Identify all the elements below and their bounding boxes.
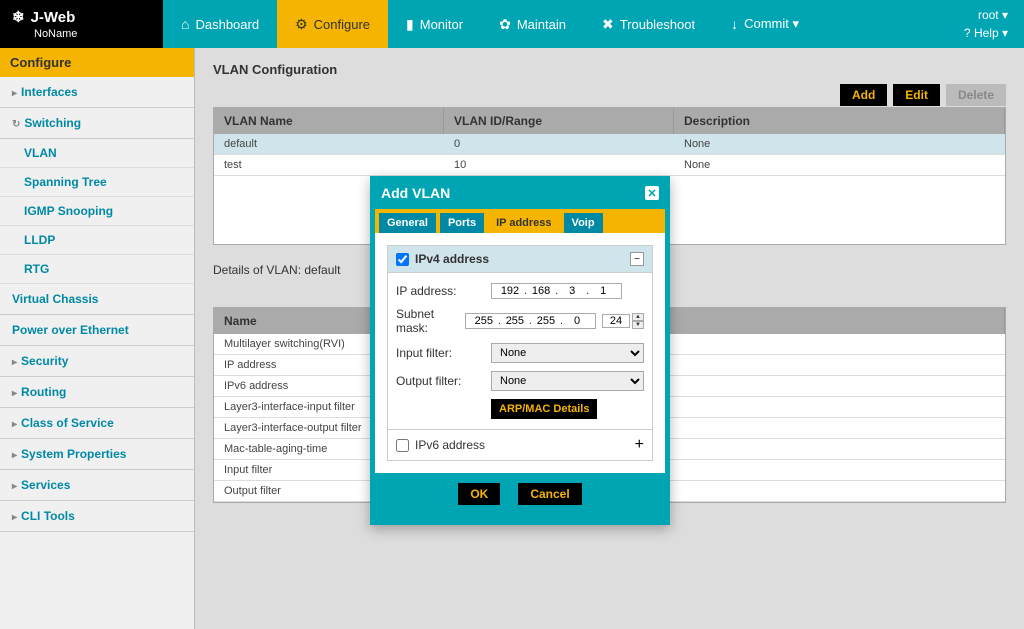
- ip-octet-4[interactable]: [589, 285, 617, 297]
- monitor-icon: ▮: [406, 16, 414, 33]
- sidebar-item-spanning-tree[interactable]: Spanning Tree: [0, 168, 194, 197]
- ipv6-checkbox[interactable]: [396, 439, 409, 452]
- mask-octet-3[interactable]: [532, 315, 560, 327]
- subnet-mask-input[interactable]: . . .: [465, 313, 596, 329]
- add-vlan-modal: Add VLAN ✕ General Ports IP address Voip…: [370, 176, 670, 525]
- commit-icon: ↓: [731, 16, 738, 32]
- tab-ip-address[interactable]: IP address: [488, 213, 559, 233]
- col-vlan-id[interactable]: VLAN ID/Range: [444, 108, 674, 134]
- top-nav: ⌂Dashboard ⚙Configure ▮Monitor ✿Maintain…: [163, 0, 817, 48]
- nav-troubleshoot[interactable]: ✖Troubleshoot: [584, 0, 713, 48]
- close-icon[interactable]: ✕: [645, 186, 659, 200]
- help-menu[interactable]: ? Help ▾: [964, 26, 1008, 40]
- sidebar-cli-tools[interactable]: ▸CLI Tools: [0, 501, 194, 532]
- spin-down-icon[interactable]: ▼: [632, 321, 644, 329]
- brand-name: J-Web: [31, 9, 76, 26]
- nav-dashboard[interactable]: ⌂Dashboard: [163, 0, 277, 48]
- output-filter-label: Output filter:: [396, 374, 491, 388]
- brand-area: ❄ J-Web NoName: [0, 0, 163, 48]
- ipv4-label: IPv4 address: [415, 252, 489, 266]
- tab-ports[interactable]: Ports: [440, 213, 484, 233]
- sidebar-item-igmp[interactable]: IGMP Snooping: [0, 197, 194, 226]
- add-button[interactable]: Add: [840, 84, 887, 106]
- subnet-mask-label: Subnet mask:: [396, 307, 465, 335]
- logo-icon: ❄: [12, 8, 25, 26]
- configure-icon: ⚙: [295, 16, 308, 33]
- table-row[interactable]: default 0 None: [214, 134, 1005, 155]
- delete-button: Delete: [946, 84, 1006, 106]
- troubleshoot-icon: ✖: [602, 16, 614, 33]
- collapse-icon[interactable]: −: [630, 252, 644, 266]
- ok-button[interactable]: OK: [458, 483, 500, 505]
- mask-octet-1[interactable]: [470, 315, 498, 327]
- col-desc[interactable]: Description: [674, 108, 1005, 134]
- nav-maintain[interactable]: ✿Maintain: [481, 0, 584, 48]
- input-filter-select[interactable]: None: [491, 343, 644, 363]
- arp-mac-button[interactable]: ARP/MAC Details: [491, 399, 597, 419]
- output-filter-select[interactable]: None: [491, 371, 644, 391]
- ip-octet-2[interactable]: [527, 285, 555, 297]
- help-icon: ?: [964, 26, 971, 40]
- ip-octet-1[interactable]: [496, 285, 524, 297]
- caret-icon: ▸: [12, 388, 17, 399]
- mask-bits-input[interactable]: [602, 314, 630, 328]
- caret-icon: ▸: [12, 419, 17, 430]
- caret-icon: ▸: [12, 357, 17, 368]
- sidebar-routing[interactable]: ▸Routing: [0, 377, 194, 408]
- sidebar-interfaces[interactable]: ▸Interfaces: [0, 77, 194, 108]
- caret-icon: ▸: [12, 88, 17, 99]
- input-filter-label: Input filter:: [396, 346, 491, 360]
- user-menu[interactable]: root ▾: [978, 8, 1008, 22]
- sidebar-security[interactable]: ▸Security: [0, 346, 194, 377]
- modal-title: Add VLAN: [381, 185, 450, 201]
- nav-monitor[interactable]: ▮Monitor: [388, 0, 481, 48]
- maintain-icon: ✿: [499, 16, 511, 33]
- page-title: VLAN Configuration: [213, 62, 1006, 77]
- sidebar-cos[interactable]: ▸Class of Service: [0, 408, 194, 439]
- col-vlan-name[interactable]: VLAN Name: [214, 108, 444, 134]
- nav-configure[interactable]: ⚙Configure: [277, 0, 388, 48]
- mask-octet-4[interactable]: [563, 315, 591, 327]
- expand-icon[interactable]: +: [635, 436, 644, 454]
- home-icon: ⌂: [181, 16, 189, 32]
- sidebar-switching[interactable]: ↻Switching: [0, 108, 194, 139]
- sidebar-item-vlan[interactable]: VLAN: [0, 139, 194, 168]
- caret-icon: ↻: [12, 119, 20, 130]
- sidebar: Configure ▸Interfaces ↻Switching VLAN Sp…: [0, 48, 195, 629]
- caret-icon: ▸: [12, 512, 17, 523]
- sidebar-poe[interactable]: Power over Ethernet: [0, 315, 194, 346]
- ipv4-checkbox[interactable]: [396, 253, 409, 266]
- caret-icon: ▸: [12, 450, 17, 461]
- ipv6-label: IPv6 address: [415, 438, 485, 452]
- sidebar-system-props[interactable]: ▸System Properties: [0, 439, 194, 470]
- sidebar-virtual-chassis[interactable]: Virtual Chassis: [0, 284, 194, 315]
- ip-address-label: IP address:: [396, 284, 491, 298]
- table-row[interactable]: test 10 None: [214, 155, 1005, 176]
- ip-address-input[interactable]: . . .: [491, 283, 622, 299]
- tab-voip[interactable]: Voip: [564, 213, 603, 233]
- mask-octet-2[interactable]: [501, 315, 529, 327]
- edit-button[interactable]: Edit: [893, 84, 940, 106]
- tab-general[interactable]: General: [379, 213, 436, 233]
- spin-up-icon[interactable]: ▲: [632, 313, 644, 321]
- sidebar-item-rtg[interactable]: RTG: [0, 255, 194, 284]
- sidebar-title: Configure: [0, 48, 194, 77]
- ip-octet-3[interactable]: [558, 285, 586, 297]
- nav-commit[interactable]: ↓Commit ▾: [713, 0, 817, 48]
- cancel-button[interactable]: Cancel: [518, 483, 581, 505]
- sidebar-item-lldp[interactable]: LLDP: [0, 226, 194, 255]
- caret-icon: ▸: [12, 481, 17, 492]
- brand-sub: NoName: [34, 28, 163, 40]
- sidebar-services[interactable]: ▸Services: [0, 470, 194, 501]
